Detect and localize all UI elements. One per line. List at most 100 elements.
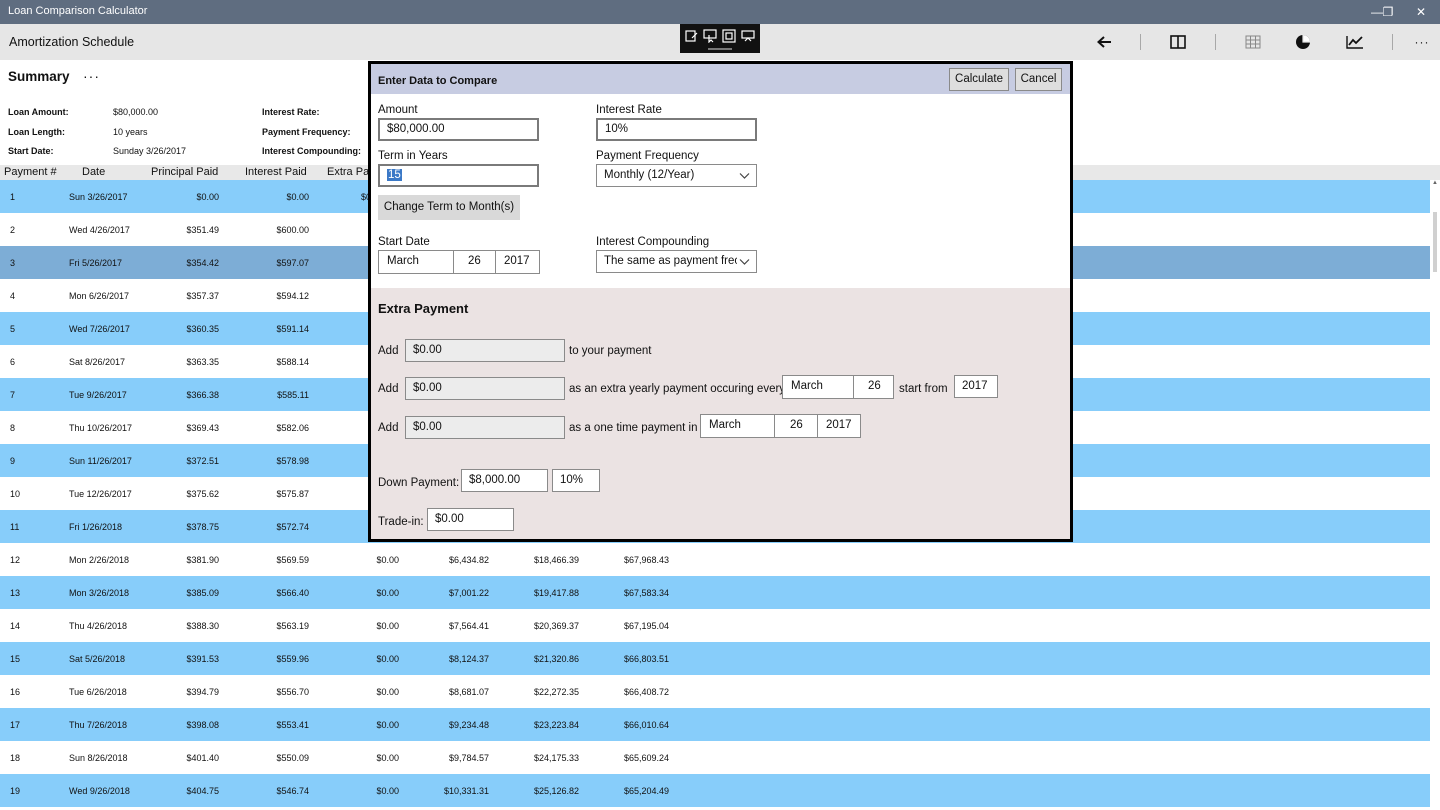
table-cell: 4 <box>10 291 16 301</box>
down-payment-label: Down Payment: <box>378 477 460 489</box>
column-header[interactable]: Principal Paid <box>151 166 218 178</box>
calculate-button[interactable]: Calculate <box>949 68 1009 91</box>
dialog-title: Enter Data to Compare <box>378 75 498 87</box>
amount-input[interactable]: $80,000.00 <box>378 118 539 141</box>
start-month[interactable]: March <box>379 251 453 273</box>
cancel-button[interactable]: Cancel <box>1015 68 1062 91</box>
capture-handle[interactable] <box>708 48 732 50</box>
table-cell: Tue 6/26/2018 <box>69 687 127 697</box>
onetime-month[interactable]: March <box>701 415 774 437</box>
table-cell: 10 <box>10 489 21 499</box>
table-cell: $25,126.82 <box>533 786 579 796</box>
interest-rate-input[interactable]: 10% <box>596 118 757 141</box>
table-cell: $566.40 <box>276 588 309 598</box>
split-view-icon[interactable] <box>1164 30 1192 54</box>
capture-settings-icon[interactable] <box>740 29 756 43</box>
table-cell: Mon 6/26/2017 <box>69 291 130 301</box>
table-cell: $18,466.39 <box>533 555 579 565</box>
pie-chart-icon[interactable] <box>1289 30 1317 54</box>
table-row[interactable]: 15 Sat 5/26/2018 $391.53 $559.96 $0.00 $8,124… <box>0 642 1430 675</box>
extra-onetime-input[interactable]: $0.00 <box>405 416 565 439</box>
table-cell: $550.09 <box>276 753 309 763</box>
start-date-picker[interactable]: March 26 2017 <box>378 250 540 274</box>
table-row[interactable]: 14 Thu 4/26/2018 $388.30 $563.19 $0.00 $7,564… <box>0 609 1430 642</box>
table-cell: Sun 11/26/2017 <box>69 456 132 466</box>
extra-payment-title: Extra Payment <box>378 301 469 316</box>
onetime-year[interactable]: 2017 <box>817 415 860 437</box>
table-cell: $588.14 <box>276 357 309 367</box>
capture-pointer-icon[interactable] <box>702 29 718 44</box>
extra-yearly-input[interactable]: $0.00 <box>405 377 565 400</box>
table-row[interactable]: 19 Wed 9/26/2018 $404.75 $546.74 $0.00 $10,33… <box>0 774 1430 807</box>
table-cell: $21,320.86 <box>533 654 579 664</box>
capture-frame-icon[interactable] <box>721 29 737 43</box>
table-icon[interactable] <box>1239 30 1267 54</box>
onetime-date-picker[interactable]: March 26 2017 <box>700 414 861 438</box>
column-header[interactable]: Date <box>82 166 105 178</box>
extra-payment-panel: Extra Payment Add $0.00 to your payment … <box>371 288 1070 539</box>
table-cell: $578.98 <box>276 456 309 466</box>
down-payment-percent-input[interactable]: 10% <box>552 469 600 492</box>
extra-monthly-input[interactable]: $0.00 <box>405 339 565 362</box>
down-payment-input[interactable]: $8,000.00 <box>461 469 548 492</box>
yearly-date-picker[interactable]: March 26 <box>782 375 894 399</box>
loan-length-label: Loan Length: <box>8 127 65 137</box>
table-cell: $65,204.49 <box>623 786 669 796</box>
table-row[interactable]: 13 Mon 3/26/2018 $385.09 $566.40 $0.00 $7,001… <box>0 576 1430 609</box>
scrollbar-thumb[interactable] <box>1433 212 1437 272</box>
table-cell: Thu 7/26/2018 <box>69 720 128 730</box>
table-cell: 8 <box>10 423 16 433</box>
chevron-down-icon <box>737 254 750 272</box>
onetime-day[interactable]: 26 <box>774 415 817 437</box>
table-cell: 9 <box>10 456 16 466</box>
table-cell: $351.49 <box>186 225 219 235</box>
table-cell: 13 <box>10 588 21 598</box>
capture-edit-icon[interactable] <box>684 29 700 43</box>
table-cell: $67,968.43 <box>623 555 669 565</box>
table-cell: Sat 5/26/2018 <box>69 654 126 664</box>
interest-rate-label: Interest Rate: <box>262 107 320 117</box>
scrollbar[interactable] <box>1432 182 1438 810</box>
table-cell: $0.00 <box>376 654 399 664</box>
payment-frequency-value: Monthly (12/Year) <box>604 169 695 181</box>
more-options-button[interactable]: ··· <box>1408 30 1436 54</box>
table-cell: $6,434.82 <box>448 555 489 565</box>
start-year[interactable]: 2017 <box>495 251 539 273</box>
table-cell: 3 <box>10 258 16 268</box>
column-header[interactable]: Interest Paid <box>245 166 307 178</box>
window-title: Loan Comparison Calculator <box>8 5 148 17</box>
trade-in-label: Trade-in: <box>378 516 424 528</box>
table-cell: $22,272.35 <box>533 687 579 697</box>
interest-compounding-select[interactable]: The same as payment frec <box>596 250 757 273</box>
dialog-header: Enter Data to Compare Calculate Cancel <box>371 64 1070 94</box>
table-cell: $381.90 <box>186 555 219 565</box>
change-term-button[interactable]: Change Term to Month(s) <box>378 195 520 220</box>
yearly-month[interactable]: March <box>783 376 853 398</box>
summary-title: Summary <box>8 69 70 84</box>
table-cell: $575.87 <box>276 489 309 499</box>
table-row[interactable]: 12 Mon 2/26/2018 $381.90 $569.59 $0.00 $6,434… <box>0 543 1430 576</box>
start-date-label: Start Date: <box>8 146 54 156</box>
table-row[interactable]: 16 Tue 6/26/2018 $394.79 $556.70 $0.00 $8,681… <box>0 675 1430 708</box>
yearly-start-year[interactable]: 2017 <box>954 375 998 398</box>
table-cell: 7 <box>10 390 16 400</box>
column-header[interactable]: Payment # <box>4 166 57 178</box>
table-cell: 1 <box>10 192 16 202</box>
term-label: Term in Years <box>378 150 448 162</box>
start-date-label: Start Date <box>378 236 430 248</box>
term-input[interactable]: 15 <box>378 164 539 187</box>
trade-in-input[interactable]: $0.00 <box>427 508 514 531</box>
yearly-day[interactable]: 26 <box>853 376 893 398</box>
table-cell: $401.40 <box>186 753 219 763</box>
back-arrow-icon[interactable] <box>1090 30 1118 54</box>
table-cell: $378.75 <box>186 522 219 532</box>
table-row[interactable]: 18 Sun 8/26/2018 $401.40 $550.09 $0.00 $9,784… <box>0 741 1430 774</box>
table-cell: $0.00 <box>376 588 399 598</box>
table-row[interactable]: 17 Thu 7/26/2018 $398.08 $553.41 $0.00 $9,234… <box>0 708 1430 741</box>
start-day[interactable]: 26 <box>453 251 495 273</box>
line-chart-icon[interactable] <box>1341 30 1369 54</box>
table-cell: $0.00 <box>376 687 399 697</box>
summary-more-button[interactable]: ··· <box>83 68 100 84</box>
payment-frequency-select[interactable]: Monthly (12/Year) <box>596 164 757 187</box>
close-button[interactable]: ✕ <box>1398 0 1440 24</box>
